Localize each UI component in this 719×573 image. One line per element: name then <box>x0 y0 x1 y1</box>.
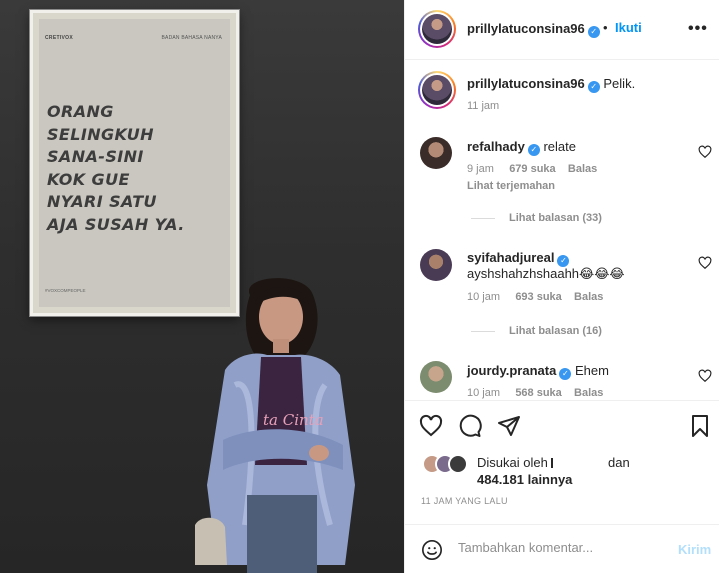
poster-line: ORANG <box>47 102 114 121</box>
comment-text: Ehem <box>574 363 609 378</box>
more-options-icon[interactable]: ••• <box>688 20 708 38</box>
reply-button[interactable]: Balas <box>574 387 603 399</box>
poster-line: SANA-SINI <box>47 147 144 166</box>
comments-list[interactable]: prillylatuconsina96 ✓ Pelik. 11 jam refal… <box>405 61 719 400</box>
comment-meta: 10 jam 568 suka Balas <box>467 387 603 399</box>
poster-text: ORANG SELINGKUH SANA-SINI KOK GUE NYARI … <box>47 101 227 236</box>
caption-time: 11 jam <box>467 100 500 112</box>
poster-brand: CRETIVOX <box>45 35 73 41</box>
verified-badge-icon: ✓ <box>587 26 600 38</box>
poster-line: SELINGKUH <box>47 124 154 144</box>
reply-button[interactable]: Balas <box>574 291 603 303</box>
post-photo[interactable]: CRETIVOX BADAN BAHASA NANYA ORANG SELING… <box>0 0 404 573</box>
reply-button[interactable]: Balas <box>568 163 597 175</box>
comment-time: 9 jam <box>467 163 494 175</box>
liked-by-label: Disukai oleh <box>477 455 548 470</box>
verified-badge-icon: ✓ <box>527 144 540 156</box>
instagram-post-modal: CRETIVOX BADAN BAHASA NANYA ORANG SELING… <box>0 0 719 573</box>
poster-line: AJA SUSAH YA. <box>47 214 185 234</box>
caption-username[interactable]: prillylatuconsina96 <box>467 76 585 91</box>
comment-meta: 10 jam 693 suka Balas <box>467 291 603 303</box>
post-timestamp[interactable]: 11 JAM YANG LALU <box>421 496 508 506</box>
commenter-avatar[interactable] <box>420 137 452 169</box>
author-username-wrap: prillylatuconsina96 ✓ <box>467 21 600 38</box>
caption: prillylatuconsina96 ✓ Pelik. <box>467 76 635 93</box>
comment-meta: 9 jam 679 suka Balas <box>467 163 597 175</box>
author-avatar[interactable] <box>418 10 456 48</box>
comment-like-heart-icon[interactable] <box>698 256 712 270</box>
poster-line: KOK GUE <box>47 169 130 189</box>
svg-text:ta Cinta: ta Cinta <box>263 411 324 429</box>
bookmark-icon[interactable] <box>688 414 712 438</box>
separator-dot: • <box>603 20 608 35</box>
poster-footer: #VOXCOMPEOPLE <box>45 288 86 293</box>
heart-icon[interactable] <box>419 414 443 438</box>
comment-bubble-icon[interactable] <box>458 414 482 438</box>
liked-and-label: dan <box>608 455 630 470</box>
smiley-icon[interactable] <box>421 539 443 561</box>
comment-text: relate <box>543 139 576 154</box>
follow-button[interactable]: Ikuti <box>615 20 642 35</box>
comment-time: 10 jam <box>467 387 501 399</box>
see-translation-link[interactable]: Lihat terjemahan <box>467 180 555 192</box>
person-figure: ta Cinta <box>195 278 355 573</box>
comment-row: jourdy.pranata ✓ Ehem <box>467 363 609 380</box>
paper-plane-icon[interactable] <box>497 414 521 438</box>
view-replies-label: Lihat balasan (16) <box>509 325 602 337</box>
caption-text: Pelik. <box>603 76 636 91</box>
poster-paper: CRETIVOX BADAN BAHASA NANYA ORANG SELING… <box>39 19 230 307</box>
add-comment-bar: Kirim <box>405 524 719 573</box>
comment-username[interactable]: refalhady <box>467 139 525 154</box>
view-replies-button[interactable]: Lihat balasan (33) <box>471 212 602 224</box>
poster-line: NYARI SATU <box>47 192 157 211</box>
comment-like-heart-icon[interactable] <box>698 145 712 159</box>
likes-count[interactable]: 484.181 lainnya <box>477 472 572 487</box>
post-side-panel: prillylatuconsina96 ✓ • Ikuti ••• prillyl… <box>404 0 719 573</box>
framed-poster: CRETIVOX BADAN BAHASA NANYA ORANG SELING… <box>30 10 239 316</box>
liked-by-text: Disukai oleh <box>477 455 554 470</box>
verified-badge-icon: ✓ <box>587 81 600 93</box>
view-replies-label: Lihat balasan (33) <box>509 212 602 224</box>
comment-row: syifahadjureal ✓ <box>467 250 570 267</box>
author-username[interactable]: prillylatuconsina96 <box>467 21 585 36</box>
comment-likes[interactable]: 693 suka <box>515 291 561 303</box>
comment-likes[interactable]: 568 suka <box>515 387 561 399</box>
commenter-avatar[interactable] <box>420 249 452 281</box>
comment-time: 10 jam <box>467 291 501 303</box>
verified-badge-icon: ✓ <box>559 368 572 380</box>
comment-likes[interactable]: 679 suka <box>509 163 555 175</box>
comment-username[interactable]: jourdy.pranata <box>467 363 556 378</box>
liker-avatar <box>448 454 468 474</box>
post-header: prillylatuconsina96 ✓ • Ikuti ••• <box>405 0 719 60</box>
view-replies-button[interactable]: Lihat balasan (16) <box>471 325 602 337</box>
comment-row: refalhady ✓ relate <box>467 139 576 156</box>
post-actions: Disukai oleh dan 484.181 lainnya 11 JAM … <box>405 400 719 524</box>
liked-by-avatars[interactable] <box>422 454 472 474</box>
comment-text: ayshshahzhshaahh😂😂😂 <box>467 266 625 281</box>
caption-avatar[interactable] <box>418 71 456 109</box>
post-comment-button[interactable]: Kirim <box>678 542 711 557</box>
comment-like-heart-icon[interactable] <box>698 369 712 383</box>
commenter-avatar[interactable] <box>420 361 452 393</box>
comment-input[interactable] <box>458 540 658 555</box>
comment-username[interactable]: syifahadjureal <box>467 250 554 265</box>
poster-brand-right: BADAN BAHASA NANYA <box>161 35 222 41</box>
